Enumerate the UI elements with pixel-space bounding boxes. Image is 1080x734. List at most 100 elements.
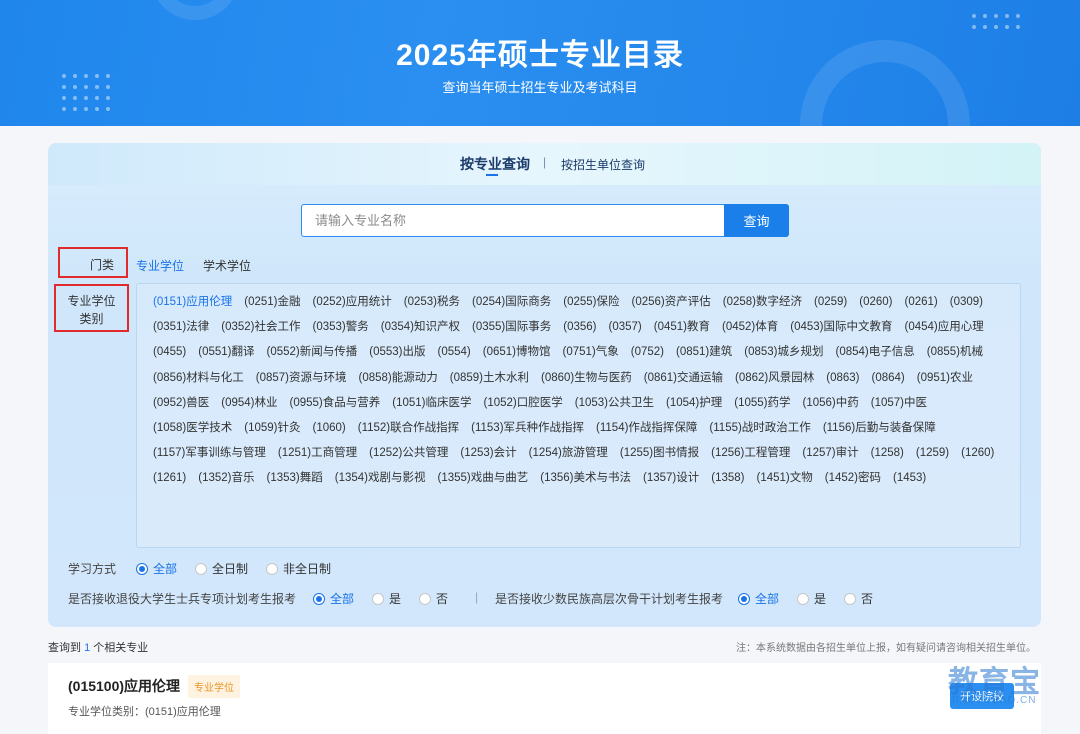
degree-type-item[interactable]: (1055)药学 [734,391,790,416]
degree-type-item[interactable]: (1060) [313,416,346,441]
degree-type-item[interactable]: (0355)国际事务 [472,315,551,340]
degree-type-item[interactable]: (1157)军事训练与管理 [153,441,266,466]
degree-type-item[interactable]: (0551)翻译 [198,340,254,365]
degree-type-item[interactable]: (0860)生物与医药 [541,366,632,391]
search-button[interactable]: 查询 [724,204,789,237]
degree-type-item[interactable]: (1254)旅游管理 [529,441,608,466]
degree-type-item[interactable]: (1154)作战指挥保障 [596,416,697,441]
study-mode-option[interactable]: 非全日制 [266,560,331,577]
degree-type-item[interactable]: (0253)税务 [404,290,460,315]
degree-type-item[interactable]: (0552)新闻与传播 [267,340,358,365]
degree-type-item[interactable]: (1057)中医 [871,391,927,416]
degree-type-item[interactable]: (1357)设计 [643,466,699,491]
degree-type-item[interactable]: (1354)戏剧与影视 [335,466,426,491]
degree-type-item[interactable]: (0356) [563,315,596,340]
degree-type-item[interactable]: (0251)金融 [244,290,300,315]
degree-type-item[interactable]: (0952)兽医 [153,391,209,416]
degree-type-item[interactable]: (0254)国际商务 [472,290,551,315]
degree-type-item[interactable]: (1257)审计 [802,441,858,466]
degree-type-item[interactable]: (0451)教育 [654,315,710,340]
degree-type-item[interactable]: (1153)军兵种作战指挥 [471,416,584,441]
degree-type-item[interactable]: (1056)中药 [803,391,859,416]
veteran-plan-option[interactable]: 否 [419,590,448,607]
search-input[interactable] [301,204,725,237]
degree-type-item[interactable]: (1058)医学技术 [153,416,232,441]
degree-type-item[interactable]: (0863) [826,366,859,391]
degree-type-item[interactable]: (0357) [609,315,642,340]
degree-type-item[interactable]: (1355)戏曲与曲艺 [438,466,529,491]
degree-type-item[interactable]: (0455) [153,340,186,365]
degree-type-item[interactable]: (1054)护理 [666,391,722,416]
degree-type-item[interactable]: (1156)后勤与装备保障 [823,416,936,441]
minority-plan-option[interactable]: 否 [844,590,873,607]
degree-type-item[interactable]: (0452)体育 [722,315,778,340]
degree-type-item[interactable]: (0453)国际中文教育 [790,315,892,340]
degree-type-item[interactable]: (1358) [711,466,744,491]
minority-plan-option[interactable]: 是 [797,590,826,607]
degree-type-item[interactable]: (0651)博物馆 [483,340,551,365]
degree-type-item[interactable]: (0858)能源动力 [359,366,438,391]
degree-type-item[interactable]: (1152)联合作战指挥 [358,416,459,441]
study-mode-option[interactable]: 全部 [136,560,177,577]
degree-type-item[interactable]: (0951)农业 [917,366,973,391]
degree-type-item[interactable]: (1356)美术与书法 [540,466,631,491]
degree-type-item[interactable]: (1259) [916,441,949,466]
degree-type-item[interactable]: (0261) [905,290,938,315]
degree-type-item[interactable]: (0857)资源与环境 [256,366,347,391]
degree-type-item[interactable]: (1255)图书情报 [620,441,699,466]
degree-type-item[interactable]: (0553)出版 [369,340,425,365]
degree-type-item[interactable]: (0256)资产评估 [632,290,711,315]
degree-type-item[interactable]: (1051)临床医学 [392,391,471,416]
degree-type-item[interactable]: (1155)战时政治工作 [709,416,810,441]
degree-type-item[interactable]: (0955)食品与营养 [290,391,381,416]
degree-type-item[interactable]: (0855)机械 [927,340,983,365]
degree-type-item[interactable]: (0864) [872,366,905,391]
degree-type-item[interactable]: (1258) [871,441,904,466]
degree-type-item[interactable]: (0252)应用统计 [313,290,392,315]
degree-type-item[interactable]: (1353)舞蹈 [267,466,323,491]
degree-type-item[interactable]: (0862)风景园林 [735,366,814,391]
study-mode-option[interactable]: 全日制 [195,560,248,577]
degree-type-item[interactable]: (1452)密码 [825,466,881,491]
degree-type-item[interactable]: (1053)公共卫生 [575,391,654,416]
degree-type-item[interactable]: (0752) [631,340,664,365]
degree-type-item[interactable]: (0151)应用伦理 [153,290,232,315]
degree-type-item[interactable]: (1352)音乐 [198,466,254,491]
degree-type-item[interactable]: (1453) [893,466,926,491]
degree-type-item[interactable]: (0859)土木水利 [450,366,529,391]
degree-type-item[interactable]: (0554) [438,340,471,365]
degree-type-item[interactable]: (0255)保险 [563,290,619,315]
tab-by-major[interactable]: 按专业查询 [460,154,530,174]
veteran-plan-option[interactable]: 是 [372,590,401,607]
degree-type-item[interactable]: (1253)会计 [460,441,516,466]
degree-type-item[interactable]: (0854)电子信息 [836,340,915,365]
degree-type-item[interactable]: (0954)林业 [221,391,277,416]
degree-type-item[interactable]: (0259) [814,290,847,315]
tab-by-unit[interactable]: 按招生单位查询 [561,156,645,173]
degree-type-item[interactable]: (0454)应用心理 [905,315,984,340]
degree-type-item[interactable]: (0861)交通运输 [644,366,723,391]
degree-type-item[interactable]: (0851)建筑 [676,340,732,365]
degree-type-item[interactable]: (0353)警务 [313,315,369,340]
degree-type-item[interactable]: (0351)法律 [153,315,209,340]
degree-type-item[interactable]: (1251)工商管理 [278,441,357,466]
veteran-plan-option[interactable]: 全部 [313,590,354,607]
degree-type-item[interactable]: (1260) [961,441,994,466]
degree-type-item[interactable]: (0260) [859,290,892,315]
minority-plan-option[interactable]: 全部 [738,590,779,607]
category-professional[interactable]: 专业学位 [136,257,184,274]
degree-type-item[interactable]: (0309) [950,290,983,315]
result-title[interactable]: (015100)应用伦理 [68,676,180,696]
degree-type-item[interactable]: (1451)文物 [757,466,813,491]
degree-type-item[interactable]: (1261) [153,466,186,491]
degree-type-item[interactable]: (0258)数字经济 [723,290,802,315]
degree-type-item[interactable]: (1052)口腔医学 [484,391,563,416]
category-academic[interactable]: 学术学位 [203,257,251,274]
degree-type-item[interactable]: (1252)公共管理 [369,441,448,466]
degree-type-item[interactable]: (0853)城乡规划 [744,340,823,365]
degree-type-item[interactable]: (0751)气象 [563,340,619,365]
degree-type-item[interactable]: (0856)材料与化工 [153,366,244,391]
degree-type-item[interactable]: (1256)工程管理 [711,441,790,466]
degree-type-item[interactable]: (0352)社会工作 [221,315,300,340]
degree-type-item[interactable]: (1059)针灸 [244,416,300,441]
